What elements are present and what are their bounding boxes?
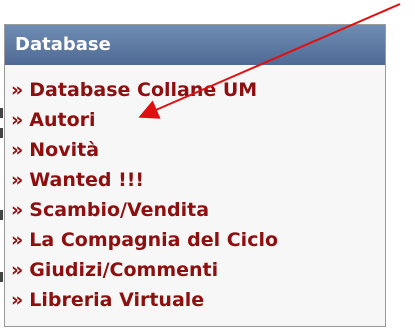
menu-item-scambio-vendita[interactable]: » Scambio/Vendita <box>11 195 385 225</box>
edge-mark <box>0 210 3 220</box>
menu-item-label: La Compagnia del Ciclo <box>29 229 279 251</box>
menu-item-libreria-virtuale[interactable]: » Libreria Virtuale <box>11 285 385 315</box>
edge-mark <box>0 128 3 138</box>
menu-item-label: Novità <box>29 139 100 161</box>
menu-item-label: Wanted !!! <box>29 169 145 191</box>
bullet-icon: » <box>11 199 24 221</box>
database-menu-list: » Database Collane UM » Autori » Novità » Wa… <box>11 75 385 315</box>
bullet-icon: » <box>11 109 24 131</box>
edge-mark <box>0 108 3 118</box>
menu-item-la-compagnia-del-ciclo[interactable]: » La Compagnia del Ciclo <box>11 225 385 255</box>
menu-item-label: Libreria Virtuale <box>29 289 205 311</box>
menu-item-label: Autori <box>29 109 96 131</box>
edge-mark <box>0 272 3 282</box>
database-menu-panel: Database » Database Collane UM » Autori » N… <box>4 24 386 327</box>
panel-header-title: Database <box>5 25 385 65</box>
bullet-icon: » <box>11 229 24 251</box>
menu-item-database-collane-um[interactable]: » Database Collane UM <box>11 75 385 105</box>
menu-item-label: Giudizi/Commenti <box>29 259 219 281</box>
menu-item-wanted[interactable]: » Wanted !!! <box>11 165 385 195</box>
menu-item-giudizi-commenti[interactable]: » Giudizi/Commenti <box>11 255 385 285</box>
bullet-icon: » <box>11 289 24 311</box>
menu-item-label: Scambio/Vendita <box>29 199 210 221</box>
bullet-icon: » <box>11 139 24 161</box>
menu-item-novita[interactable]: » Novità <box>11 135 385 165</box>
bullet-icon: » <box>11 169 24 191</box>
menu-item-label: Database Collane UM <box>29 79 258 101</box>
bullet-icon: » <box>11 79 24 101</box>
bullet-icon: » <box>11 259 24 281</box>
menu-item-autori[interactable]: » Autori <box>11 105 385 135</box>
